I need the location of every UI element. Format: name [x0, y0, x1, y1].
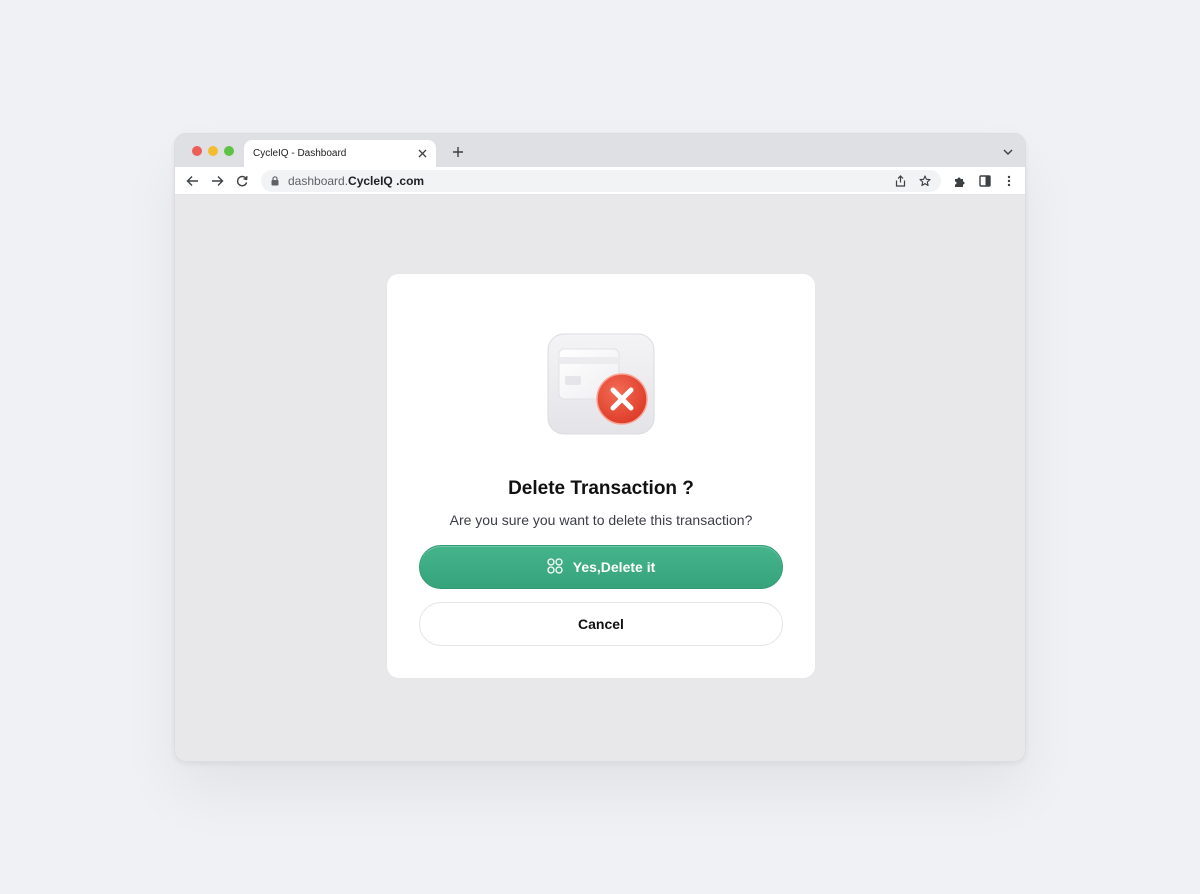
- chevron-down-icon[interactable]: [1001, 145, 1015, 159]
- side-panel-icon[interactable]: [977, 173, 993, 189]
- card-delete-icon: [547, 333, 655, 435]
- lock-icon: [271, 175, 281, 187]
- confirm-delete-label: Yes,Delete it: [572, 559, 656, 575]
- extensions-icon[interactable]: [951, 173, 967, 189]
- url-prefix: dashboard.: [288, 174, 349, 188]
- back-arrow-icon[interactable]: [184, 173, 200, 189]
- bookmark-star-icon[interactable]: [917, 173, 933, 189]
- reload-icon[interactable]: [234, 173, 250, 189]
- close-window-button[interactable]: [192, 146, 202, 156]
- address-bar[interactable]: dashboard.CycleIQ .com: [261, 170, 941, 192]
- maximize-window-button[interactable]: [224, 146, 234, 156]
- url-text: dashboard.CycleIQ .com: [288, 174, 424, 188]
- cancel-label: Cancel: [578, 616, 624, 632]
- tab-close-icon[interactable]: [415, 146, 429, 160]
- browser-window: CycleIQ - Dashboard dashboard.CycleIQ .c…: [174, 133, 1026, 762]
- page-content: Delete Transaction ? Are you sure you wa…: [175, 196, 1025, 761]
- browser-tab[interactable]: CycleIQ - Dashboard: [244, 140, 436, 167]
- forward-arrow-icon[interactable]: [209, 173, 225, 189]
- url-domain: CycleIQ .com: [348, 174, 425, 188]
- grid-dots-icon: [547, 557, 563, 577]
- cancel-button[interactable]: Cancel: [419, 602, 783, 646]
- share-icon[interactable]: [892, 173, 908, 189]
- tab-bar: CycleIQ - Dashboard: [175, 134, 1025, 167]
- dialog-title: Delete Transaction ?: [508, 478, 694, 499]
- minimize-window-button[interactable]: [208, 146, 218, 156]
- tab-title: CycleIQ - Dashboard: [253, 148, 347, 159]
- dialog-message: Are you sure you want to delete this tra…: [449, 512, 753, 528]
- browser-toolbar: dashboard.CycleIQ .com: [175, 167, 1025, 195]
- confirm-delete-button[interactable]: Yes,Delete it: [419, 545, 783, 589]
- delete-transaction-dialog: Delete Transaction ? Are you sure you wa…: [387, 274, 815, 678]
- more-menu-icon[interactable]: [1001, 173, 1017, 189]
- new-tab-icon[interactable]: [449, 143, 467, 161]
